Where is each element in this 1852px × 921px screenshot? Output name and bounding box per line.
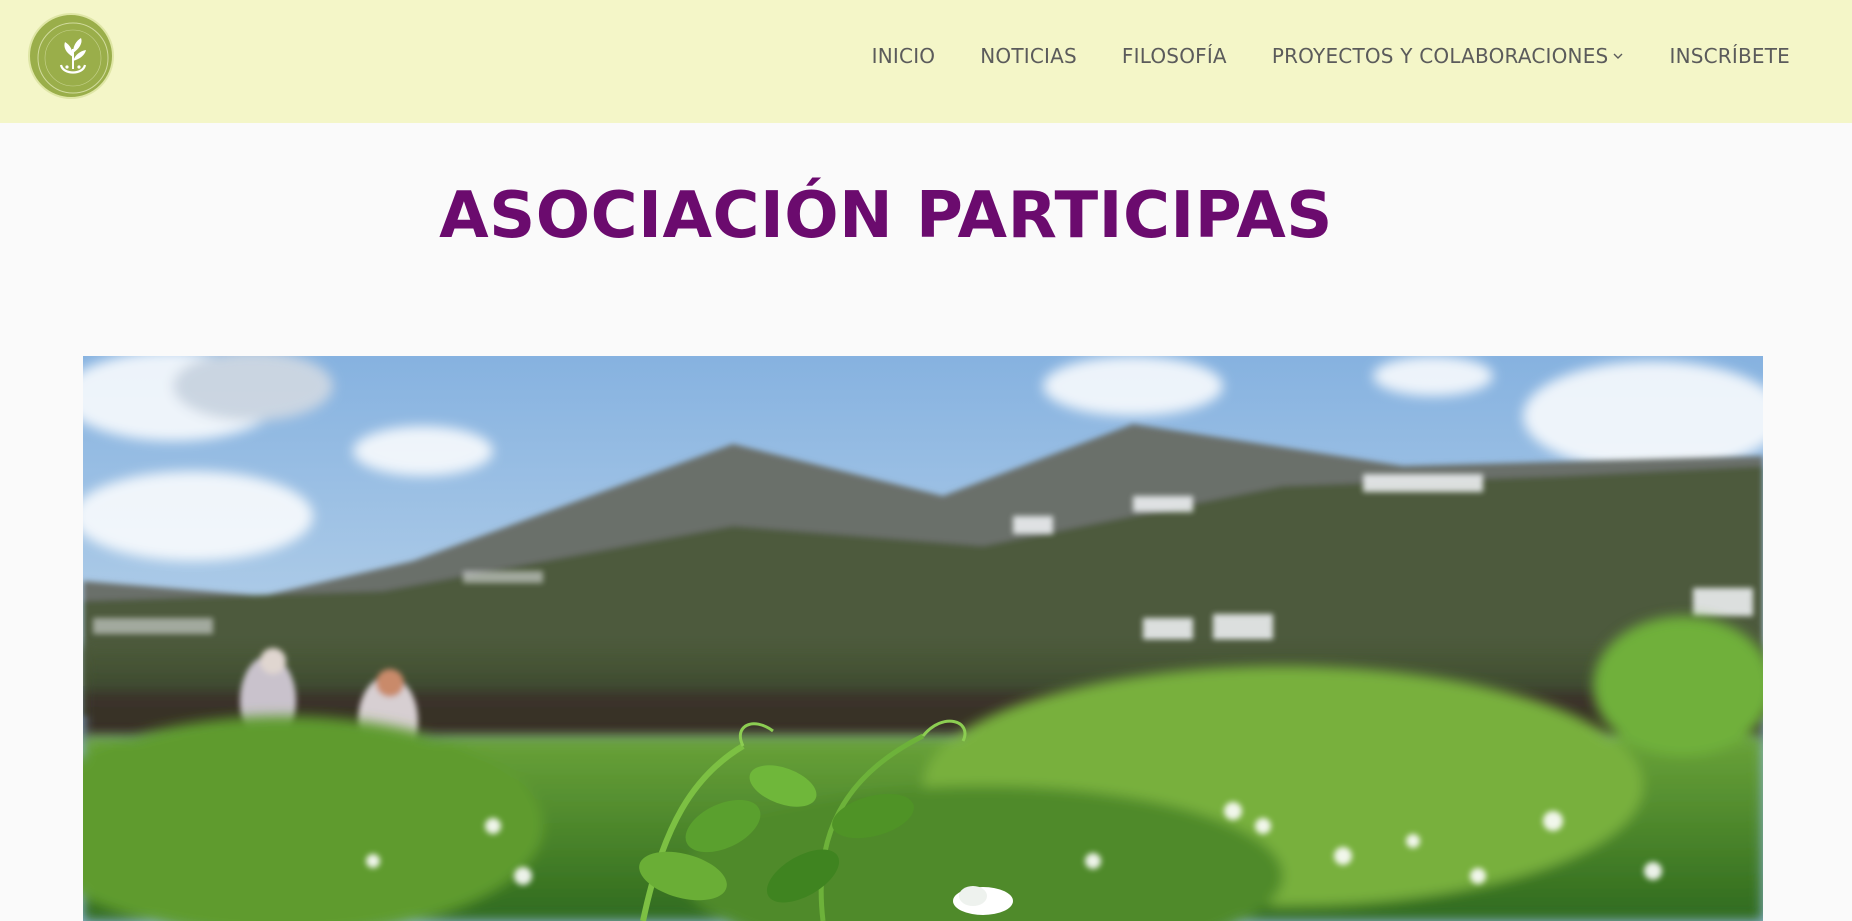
nav-noticias-label: NOTICIAS — [980, 44, 1077, 68]
nav-inicio-label: INICIO — [871, 44, 936, 68]
hero-landscape-image — [83, 356, 1763, 921]
main-nav: INICIO NOTICIAS FILOSOFÍA PROYECTOS Y CO… — [872, 0, 1790, 112]
nav-noticias[interactable]: NOTICIAS — [980, 44, 1077, 68]
page-title: ASOCIACIÓN PARTICIPAS — [439, 179, 1333, 253]
nav-proyectos-label: PROYECTOS Y COLABORACIONES — [1271, 44, 1609, 68]
nav-inicio[interactable]: INICIO — [872, 44, 936, 68]
site-logo[interactable] — [28, 13, 114, 99]
site-header: INICIO NOTICIAS FILOSOFÍA PROYECTOS Y CO… — [0, 0, 1852, 123]
nav-inscribete-label: INSCRÍBETE — [1669, 44, 1790, 68]
nav-filosofia[interactable]: FILOSOFÍA — [1122, 44, 1227, 68]
nav-proyectos-colaboraciones[interactable]: PROYECTOS Y COLABORACIONES — [1272, 44, 1625, 68]
nav-filosofia-label: FILOSOFÍA — [1121, 44, 1227, 68]
leaf-plant-icon — [37, 22, 109, 94]
hero-image — [83, 356, 1763, 921]
chevron-down-icon — [1613, 53, 1623, 59]
nav-inscribete[interactable]: INSCRÍBETE — [1669, 44, 1790, 68]
